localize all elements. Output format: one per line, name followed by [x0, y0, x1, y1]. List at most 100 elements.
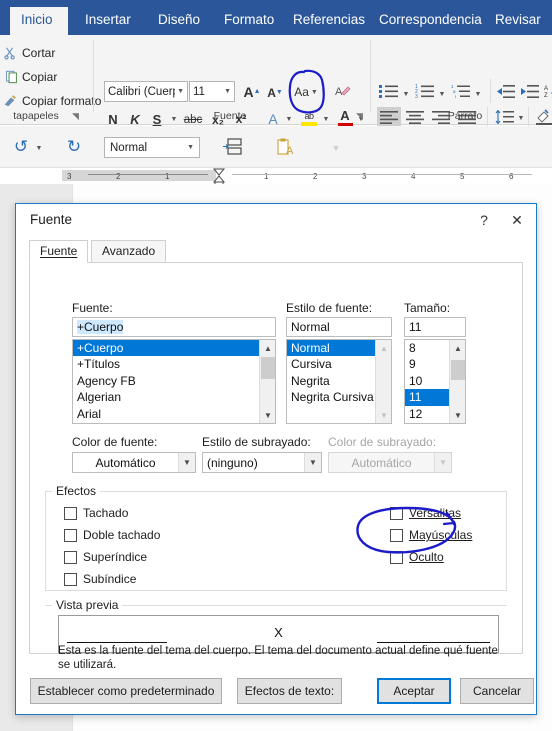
font-list-item[interactable]: +Títulos: [73, 356, 275, 372]
paste-options-icon[interactable]: A: [276, 137, 298, 157]
font-list[interactable]: +Cuerpo +Títulos Agency FB Algerian Aria…: [72, 339, 276, 424]
scroll-up-icon[interactable]: ▲: [376, 340, 391, 356]
more-options-icon[interactable]: ▼: [330, 142, 342, 154]
chevron-down-icon[interactable]: ▼: [177, 88, 184, 95]
numbering-chevron-down-icon[interactable]: ▼: [436, 87, 446, 101]
help-icon[interactable]: ?: [471, 208, 497, 232]
style-combo[interactable]: Normal ▼: [104, 137, 200, 158]
cut-button[interactable]: Cortar: [22, 46, 55, 60]
multilevel-list-icon[interactable]: 1ai: [450, 83, 472, 99]
checkbox-oculto[interactable]: Oculto: [390, 550, 444, 564]
clipboard-dialog-launcher-icon[interactable]: ◥: [72, 111, 79, 122]
tab-fuente[interactable]: Fuente: [29, 240, 89, 263]
chevron-down-icon[interactable]: ▼: [304, 453, 321, 472]
font-style-scrollbar[interactable]: ▲ ▼: [375, 340, 391, 423]
font-list-scrollbar[interactable]: ▲ ▼: [259, 340, 275, 423]
ribbon-tab-diseno[interactable]: Diseño: [147, 7, 211, 35]
font-size-scrollbar[interactable]: ▲ ▼: [449, 340, 465, 423]
font-list-item[interactable]: Arial: [73, 406, 275, 422]
sort-icon[interactable]: AZ: [543, 83, 552, 99]
tab-avanzado[interactable]: Avanzado: [91, 240, 167, 263]
copy-icon[interactable]: [3, 69, 19, 85]
font-list-item[interactable]: Agency FB: [73, 373, 275, 389]
scroll-up-icon[interactable]: ▲: [450, 340, 465, 356]
checkbox-box[interactable]: [64, 528, 77, 542]
paintbrush-icon[interactable]: [2, 93, 18, 109]
decrease-indent-icon[interactable]: [496, 83, 516, 99]
ribbon-tab-formato[interactable]: Formato: [213, 7, 285, 35]
ribbon-tab-inicio[interactable]: Inicio: [10, 7, 68, 35]
close-icon[interactable]: ✕: [504, 208, 530, 232]
bullet-list-icon[interactable]: [378, 83, 400, 99]
font-list-item[interactable]: +Cuerpo: [73, 340, 275, 357]
ribbon-tab-insertar[interactable]: Insertar: [74, 7, 142, 35]
font-size-input[interactable]: 11: [404, 317, 466, 337]
multilevel-chevron-down-icon[interactable]: ▼: [472, 87, 482, 101]
scroll-down-icon[interactable]: ▼: [376, 407, 391, 423]
shrink-font-icon[interactable]: A ▼: [266, 83, 284, 102]
ribbon-tab-revisar[interactable]: Revisar: [484, 7, 552, 35]
redo-icon[interactable]: ↻: [63, 136, 85, 158]
change-case-icon[interactable]: Aa ▼: [294, 83, 318, 101]
align-left-icon[interactable]: [377, 107, 401, 128]
scroll-down-icon[interactable]: ▼: [450, 407, 465, 423]
ribbon-tab-referencias-label: Referencias: [293, 12, 366, 27]
increase-indent-icon[interactable]: [520, 83, 540, 99]
copy-button[interactable]: Copiar: [22, 70, 57, 84]
horizontal-ruler[interactable]: 3 2 1 1 2 3 4 5 6: [0, 168, 552, 189]
font-size-combo[interactable]: 11 ▼: [189, 81, 235, 102]
grow-font-icon[interactable]: A ▲: [243, 82, 261, 101]
checkbox-box[interactable]: [390, 550, 403, 564]
font-list-item[interactable]: Algerian: [73, 389, 275, 405]
font-style-input[interactable]: Normal: [286, 317, 392, 337]
checkbox-mayusculas[interactable]: Mayúsculas: [390, 528, 472, 542]
line-spacing-chevron-down-icon[interactable]: ▼: [515, 111, 525, 125]
bullets-chevron-down-icon[interactable]: ▼: [400, 87, 410, 101]
underline-style-combo[interactable]: (ninguno) ▼: [202, 452, 322, 473]
scroll-down-icon[interactable]: ▼: [260, 407, 275, 423]
ok-button[interactable]: Aceptar: [377, 678, 451, 704]
svg-text:A: A: [335, 86, 343, 98]
scrollbar-thumb[interactable]: [261, 357, 275, 379]
undo-chevron-down-icon[interactable]: ▼: [33, 142, 43, 154]
checkbox-versalitas[interactable]: Versalitas: [390, 506, 461, 520]
font-dialog-launcher-icon[interactable]: ◥: [356, 111, 363, 122]
checkbox-box[interactable]: [64, 550, 77, 564]
ribbon-tab-correspondencia[interactable]: Correspondencia: [368, 7, 493, 35]
checkbox-box[interactable]: [64, 572, 77, 586]
font-name-input[interactable]: +Cuerpo: [72, 317, 276, 337]
font-color-combo[interactable]: Automático ▼: [72, 452, 196, 473]
checkbox-box[interactable]: [64, 506, 77, 520]
scroll-up-icon[interactable]: ▲: [260, 340, 275, 356]
checkbox-subindice[interactable]: Subíndice: [64, 572, 136, 586]
checkbox-tachado[interactable]: Tachado: [64, 506, 128, 520]
ribbon-tab-referencias[interactable]: Referencias: [282, 7, 376, 35]
undo-icon[interactable]: ↺: [10, 136, 32, 158]
scissors-icon[interactable]: [2, 45, 18, 61]
grow-font-label: A: [243, 83, 254, 100]
word-application-window: Inicio Insertar Diseño Formato Referenci…: [0, 0, 552, 731]
set-default-button[interactable]: Establecer como predeterminado: [30, 678, 222, 704]
text-effects-chevron-down-icon[interactable]: ▼: [283, 112, 293, 126]
font-style-list[interactable]: Normal Cursiva Negrita Negrita Cursiva ▲…: [286, 339, 392, 424]
scrollbar-thumb[interactable]: [451, 360, 465, 380]
numbered-list-icon[interactable]: 123: [414, 83, 436, 99]
checkbox-box[interactable]: [390, 528, 403, 542]
checkbox-superindice[interactable]: Superíndice: [64, 550, 147, 564]
chevron-down-icon[interactable]: ▼: [178, 453, 195, 472]
ruler-dots-right: [232, 174, 532, 175]
clear-formatting-icon[interactable]: A: [334, 82, 352, 100]
chevron-down-icon[interactable]: ▼: [224, 88, 231, 95]
font-name-combo[interactable]: Calibri (Cuerpo ▼: [104, 81, 188, 102]
table-icon[interactable]: [222, 137, 244, 157]
checkbox-doble-tachado[interactable]: Doble tachado: [64, 528, 160, 542]
format-painter-button[interactable]: Copiar formato: [22, 94, 101, 108]
checkbox-box[interactable]: [390, 506, 403, 520]
cancel-button[interactable]: Cancelar: [460, 678, 534, 704]
chevron-down-icon[interactable]: ▼: [187, 144, 194, 151]
underline-chevron-down-icon[interactable]: ▼: [168, 112, 178, 126]
highlight-chevron-down-icon[interactable]: ▼: [320, 112, 330, 126]
shading-icon[interactable]: [534, 107, 552, 126]
text-effects-button[interactable]: Efectos de texto:: [237, 678, 342, 704]
font-size-list[interactable]: 8 9 10 11 12 ▲ ▼: [404, 339, 466, 424]
